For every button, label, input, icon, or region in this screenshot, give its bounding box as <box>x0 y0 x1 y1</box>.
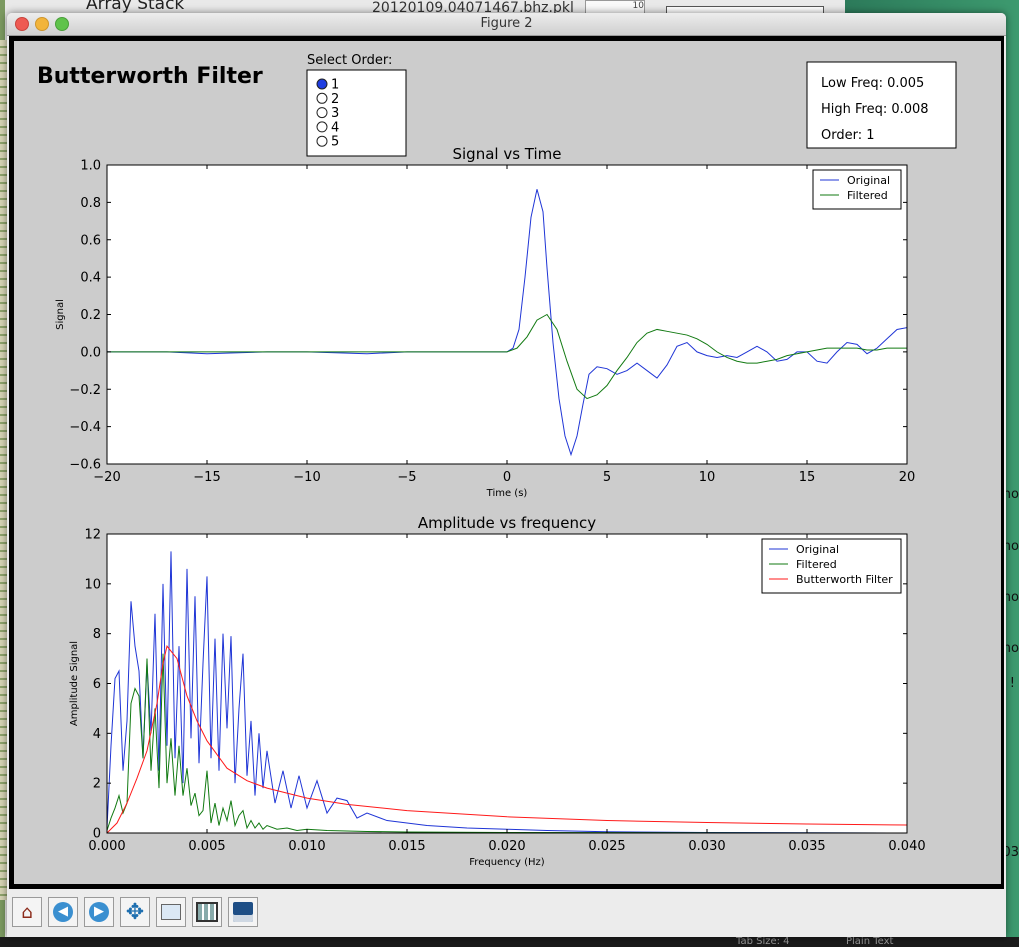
x-tick-label: −15 <box>193 470 220 485</box>
x-tick-label: 20 <box>899 470 916 485</box>
y-tick-label: 6 <box>93 677 101 692</box>
legend-label: Butterworth Filter <box>796 573 893 586</box>
figure-svg: Butterworth Filter Select Order: 12345 L… <box>37 53 957 868</box>
y-tick-label: 0.4 <box>80 271 101 286</box>
x-tick-label: 0.005 <box>188 839 225 854</box>
subplots-icon <box>196 902 218 922</box>
save-icon <box>233 902 253 922</box>
move-icon: ✥ <box>125 899 145 925</box>
zoom-rect-icon <box>161 904 181 920</box>
order-radio-3[interactable] <box>316 107 328 119</box>
home-button[interactable]: ⌂ <box>12 897 42 927</box>
background-window-title: Array Stack <box>86 0 185 14</box>
x-tick-label: 0.010 <box>288 839 325 854</box>
x-tick-label: 10 <box>699 470 716 485</box>
y-tick-label: 0.6 <box>80 233 101 248</box>
legend: Original Filtered <box>812 169 902 210</box>
y-axis-label: Amplitude Signal <box>69 641 80 726</box>
figure-frame: Butterworth Filter Select Order: 12345 L… <box>9 36 1004 889</box>
x-tick-label: 5 <box>603 470 611 485</box>
y-tick-label: 12 <box>84 528 101 543</box>
order-radio-5[interactable] <box>316 135 328 147</box>
plot-area[interactable] <box>107 165 907 464</box>
y-tick-label: 0.8 <box>80 196 101 211</box>
x-tick-label: 0.035 <box>788 839 825 854</box>
order-radio-1[interactable] <box>316 78 328 90</box>
background-corner-field: 10 <box>585 0 645 14</box>
chart-title: Signal vs Time <box>452 145 561 163</box>
y-tick-label: 0.2 <box>80 308 101 323</box>
order-radio-2[interactable] <box>316 92 328 104</box>
pan-button[interactable]: ✥ <box>120 897 150 927</box>
y-tick-label: 4 <box>93 727 101 742</box>
x-tick-label: 0.025 <box>588 839 625 854</box>
y-tick-label: 0 <box>93 827 101 842</box>
order-radio-4[interactable] <box>316 121 328 133</box>
zoom-button[interactable] <box>156 897 186 927</box>
y-tick-label: −0.2 <box>69 383 101 398</box>
y-tick-label: 2 <box>93 777 101 792</box>
x-tick-label: 0.020 <box>488 839 525 854</box>
x-tick-label: 0.030 <box>688 839 725 854</box>
chart-title: Amplitude vs frequency <box>418 514 596 532</box>
x-tick-label: −5 <box>397 470 416 485</box>
window-title: Figure 2 <box>480 16 533 31</box>
x-tick-label: −10 <box>293 470 320 485</box>
info-low-freq: Low Freq: 0.005 <box>821 76 924 91</box>
home-icon: ⌂ <box>21 901 33 923</box>
x-tick-label: 0 <box>503 470 511 485</box>
legend-label: Filtered <box>796 558 837 571</box>
order-radio-label: 3 <box>331 106 339 121</box>
figure-heading: Butterworth Filter <box>37 64 263 89</box>
forward-button[interactable]: ▶ <box>84 897 114 927</box>
background-plain-text: Plain Text <box>846 936 894 947</box>
subplots-button[interactable] <box>192 897 222 927</box>
figure-canvas: Butterworth Filter Select Order: 12345 L… <box>14 41 1001 884</box>
background-tab-size: Tab Size: 4 <box>736 936 790 947</box>
save-button[interactable] <box>228 897 258 927</box>
y-tick-label: 0.0 <box>80 345 101 360</box>
signal-vs-time-plot[interactable]: −20 −15 −10 −5 0 5 10 15 20−0.6−0.4−0.20.00.20.4… <box>55 145 915 499</box>
x-tick-label: 15 <box>799 470 816 485</box>
y-tick-label: −0.4 <box>69 420 101 435</box>
figure-window: Figure 2 Butterworth Filter Select Order… <box>7 13 1006 937</box>
order-radio-label: 1 <box>331 78 339 93</box>
y-tick-label: −0.6 <box>69 458 101 473</box>
navigation-toolbar: ⌂ ◀ ▶ ✥ <box>7 893 1006 937</box>
arrow-left-icon: ◀ <box>53 902 73 922</box>
info-order: Order: 1 <box>821 128 875 143</box>
x-tick-label: 0.015 <box>388 839 425 854</box>
x-axis-label: Time (s) <box>486 488 528 499</box>
x-tick-label: 0.040 <box>888 839 925 854</box>
order-radio-label: 4 <box>331 120 339 135</box>
y-tick-label: 8 <box>93 627 101 642</box>
legend-label: Original <box>847 174 890 187</box>
y-axis-label: Signal <box>55 299 66 330</box>
order-selector-label: Select Order: <box>307 53 392 68</box>
info-high-freq: High Freq: 0.008 <box>821 102 929 117</box>
arrow-right-icon: ▶ <box>89 902 109 922</box>
amplitude-vs-frequency-plot[interactable]: 0.000 0.005 0.010 0.015 0.020 0.025 0.030 0.035… <box>69 514 926 868</box>
window-titlebar: Figure 2 <box>7 13 1006 36</box>
x-axis-label: Frequency (Hz) <box>469 857 545 868</box>
legend-label: Filtered <box>847 189 888 202</box>
y-tick-label: 1.0 <box>80 159 101 174</box>
legend: Original Filtered Butterworth Filter <box>761 538 902 594</box>
order-radio-label: 2 <box>331 92 339 107</box>
y-tick-label: 10 <box>84 577 101 592</box>
background-status-bar: Tab Size: 4 Plain Text <box>0 936 1019 947</box>
back-button[interactable]: ◀ <box>48 897 78 927</box>
background-text-snippet: ! <box>1009 676 1015 691</box>
order-radio-label: 5 <box>331 135 339 150</box>
legend-label: Original <box>796 543 839 556</box>
